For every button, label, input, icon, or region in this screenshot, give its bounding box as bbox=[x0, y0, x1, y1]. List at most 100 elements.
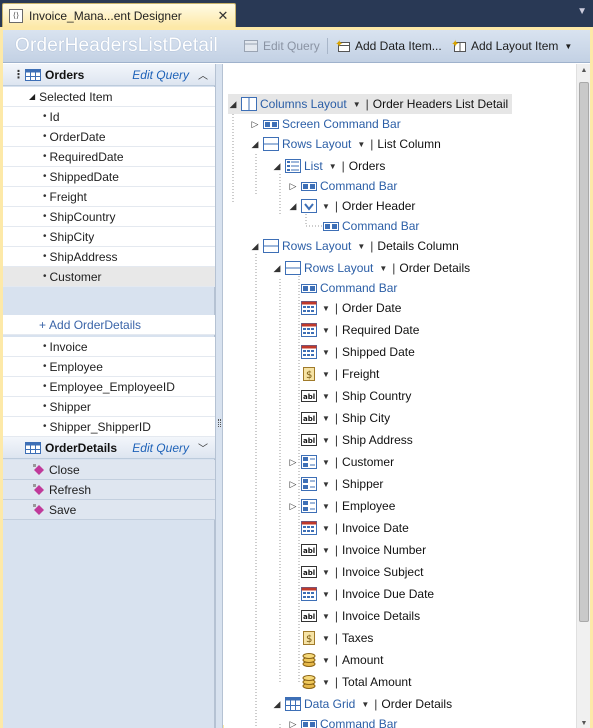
expand-arrow-icon[interactable]: ◢ bbox=[29, 92, 35, 101]
scroll-up-icon[interactable]: ▲ bbox=[577, 64, 591, 78]
control-type-label[interactable]: Rows Layout bbox=[304, 261, 373, 275]
control-type-dropdown-icon[interactable]: ▼ bbox=[322, 502, 330, 511]
control-type-dropdown-icon[interactable]: ▼ bbox=[322, 678, 330, 687]
tab-overflow-icon[interactable]: ▼ bbox=[577, 6, 587, 17]
control-type-label[interactable]: Rows Layout bbox=[282, 239, 351, 253]
control-type-dropdown-icon[interactable]: ▼ bbox=[322, 568, 330, 577]
collapse-arrow-icon[interactable]: ◢ bbox=[250, 139, 260, 150]
tree-field-shipper[interactable]: ▷ ▼ | Shipper bbox=[288, 474, 383, 494]
tree-command-bar[interactable]: Command Bar bbox=[288, 278, 397, 298]
collapse-arrow-icon[interactable]: ◢ bbox=[272, 161, 282, 172]
tree-rows-layout-list-column[interactable]: ◢ Rows Layout ▼ | List Column bbox=[250, 134, 441, 154]
tree-field-ship-address[interactable]: abl ▼ | Ship Address bbox=[288, 430, 413, 450]
tree-list-orders[interactable]: ◢ List ▼ | Orders bbox=[272, 156, 385, 176]
collapse-arrow-icon[interactable]: ◢ bbox=[228, 99, 238, 110]
control-type-label[interactable]: Columns Layout bbox=[260, 97, 347, 111]
tree-data-grid-order-details[interactable]: ◢ Data Grid ▼ | Order Details bbox=[272, 694, 452, 714]
field-item[interactable]: • Shipper bbox=[3, 397, 215, 417]
tree-field-invoice-due-date[interactable]: ▼ | Invoice Due Date bbox=[288, 584, 434, 604]
add-layout-dropdown-icon[interactable]: ▼ bbox=[564, 42, 572, 51]
control-type-dropdown-icon[interactable]: ▼ bbox=[322, 612, 330, 621]
command-refresh[interactable]: Refresh bbox=[3, 480, 215, 500]
field-item[interactable]: • OrderDate bbox=[3, 127, 215, 147]
orders-group-header[interactable]: ⋮ Orders Edit Query ︿ bbox=[3, 64, 215, 86]
tree-field-invoice-subject[interactable]: abl ▼ | Invoice Subject bbox=[288, 562, 423, 582]
tree-field-total-amount[interactable]: ▼ | Total Amount bbox=[288, 672, 411, 692]
orders-edit-query-link[interactable]: Edit Query bbox=[132, 68, 189, 82]
control-type-label[interactable]: Rows Layout bbox=[282, 137, 351, 151]
pane-splitter[interactable] bbox=[215, 64, 223, 728]
control-type-dropdown-icon[interactable]: ▼ bbox=[322, 590, 330, 599]
field-item[interactable]: • RequiredDate bbox=[3, 147, 215, 167]
control-type-label[interactable]: Data Grid bbox=[304, 697, 355, 711]
tree-field-ship-city[interactable]: abl ▼ | Ship City bbox=[288, 408, 390, 428]
expand-arrow-icon[interactable]: ▷ bbox=[288, 457, 298, 468]
command-save[interactable]: Save bbox=[3, 500, 215, 520]
tree-command-bar[interactable]: ▷ Command Bar bbox=[288, 176, 398, 196]
selected-item-node[interactable]: ◢ Selected Item bbox=[3, 87, 215, 107]
control-type-dropdown-icon[interactable]: ▼ bbox=[322, 326, 330, 335]
expand-arrow-icon[interactable]: ▷ bbox=[250, 119, 260, 130]
control-type-label[interactable]: List bbox=[304, 159, 323, 173]
chevron-up-icon[interactable]: ︿ bbox=[197, 67, 209, 82]
field-item[interactable]: • Freight bbox=[3, 187, 215, 207]
scroll-down-icon[interactable]: ▼ bbox=[577, 717, 591, 728]
close-tab-icon[interactable]: ✕ bbox=[215, 8, 231, 24]
collapse-arrow-icon[interactable]: ◢ bbox=[250, 241, 260, 252]
control-type-dropdown-icon[interactable]: ▼ bbox=[357, 242, 365, 251]
designer-tab[interactable]: ⟨⟩ Invoice_Mana...ent Designer ✕ bbox=[2, 3, 236, 27]
drag-handle-icon[interactable]: ⋮ bbox=[13, 68, 24, 81]
tree-field-shipped-date[interactable]: ▼ | Shipped Date bbox=[288, 342, 415, 362]
control-type-dropdown-icon[interactable]: ▼ bbox=[379, 264, 387, 273]
edit-query-button[interactable]: Edit Query bbox=[243, 36, 320, 56]
expand-arrow-icon[interactable]: ▷ bbox=[288, 181, 298, 192]
control-type-dropdown-icon[interactable]: ▼ bbox=[322, 546, 330, 555]
tree-field-invoice-date[interactable]: ▼ | Invoice Date bbox=[288, 518, 409, 538]
orderdetails-edit-query-link[interactable]: Edit Query bbox=[132, 441, 189, 455]
control-type-dropdown-icon[interactable]: ▼ bbox=[322, 392, 330, 401]
control-type-dropdown-icon[interactable]: ▼ bbox=[322, 656, 330, 665]
collapse-arrow-icon[interactable]: ◢ bbox=[272, 699, 282, 710]
field-item[interactable]: • Invoice bbox=[3, 337, 215, 357]
field-item[interactable]: • Customer bbox=[3, 267, 215, 287]
tree-field-invoice-details[interactable]: abl ▼ | Invoice Details bbox=[288, 606, 420, 626]
field-item[interactable]: • ShipCountry bbox=[3, 207, 215, 227]
control-type-dropdown-icon[interactable]: ▼ bbox=[322, 458, 330, 467]
tree-command-bar[interactable]: ▷ Command Bar bbox=[288, 714, 397, 728]
tree-rows-layout-order-details[interactable]: ◢ Rows Layout ▼ | Order Details bbox=[272, 258, 470, 278]
expand-arrow-icon[interactable]: ▷ bbox=[288, 719, 298, 728]
tree-field-order-date[interactable]: ▼ | Order Date bbox=[288, 298, 401, 318]
field-item[interactable]: • ShipAddress bbox=[3, 247, 215, 267]
field-item[interactable]: • ShippedDate bbox=[3, 167, 215, 187]
add-layout-item-button[interactable]: ✦ Add Layout Item ▼ bbox=[451, 36, 572, 56]
add-data-item-button[interactable]: ✦ Add Data Item... bbox=[335, 36, 442, 56]
tree-field-required-date[interactable]: ▼ | Required Date bbox=[288, 320, 419, 340]
field-item[interactable]: • ShipCity bbox=[3, 227, 215, 247]
expand-arrow-icon[interactable]: ▷ bbox=[288, 501, 298, 512]
control-type-dropdown-icon[interactable]: ▼ bbox=[322, 202, 330, 211]
tree-field-employee[interactable]: ▷ ▼ | Employee bbox=[288, 496, 395, 516]
control-type-dropdown-icon[interactable]: ▼ bbox=[357, 140, 365, 149]
control-type-dropdown-icon[interactable]: ▼ bbox=[322, 524, 330, 533]
expand-arrow-icon[interactable]: ▷ bbox=[288, 479, 298, 490]
control-type-dropdown-icon[interactable]: ▼ bbox=[353, 100, 361, 109]
control-type-dropdown-icon[interactable]: ▼ bbox=[322, 370, 330, 379]
orderdetails-group-header[interactable]: ⋮ OrderDetails Edit Query ﹀ bbox=[3, 437, 215, 459]
tree-field-ship-country[interactable]: abl ▼ | Ship Country bbox=[288, 386, 411, 406]
command-close[interactable]: Close bbox=[3, 460, 215, 480]
scrollbar-thumb[interactable] bbox=[579, 82, 589, 622]
tree-field-taxes[interactable]: $ ▼ | Taxes bbox=[288, 628, 373, 648]
tree-field-freight[interactable]: $ ▼ | Freight bbox=[288, 364, 379, 384]
tree-field-customer[interactable]: ▷ ▼ | Customer bbox=[288, 452, 394, 472]
control-type-dropdown-icon[interactable]: ▼ bbox=[322, 304, 330, 313]
tree-command-bar[interactable]: Command Bar bbox=[310, 216, 419, 236]
field-item[interactable]: • Employee_EmployeeID bbox=[3, 377, 215, 397]
control-type-dropdown-icon[interactable]: ▼ bbox=[329, 162, 337, 171]
collapse-arrow-icon[interactable]: ◢ bbox=[272, 263, 282, 274]
control-type-dropdown-icon[interactable]: ▼ bbox=[322, 348, 330, 357]
tree-rows-layout-details-column[interactable]: ◢ Rows Layout ▼ | Details Column bbox=[250, 236, 459, 256]
field-item[interactable]: • Shipper_ShipperID bbox=[3, 417, 215, 437]
control-type-dropdown-icon[interactable]: ▼ bbox=[322, 436, 330, 445]
control-type-dropdown-icon[interactable]: ▼ bbox=[361, 700, 369, 709]
tree-root-columns-layout[interactable]: ◢ Columns Layout ▼ | Order Headers List Deta… bbox=[228, 94, 513, 114]
